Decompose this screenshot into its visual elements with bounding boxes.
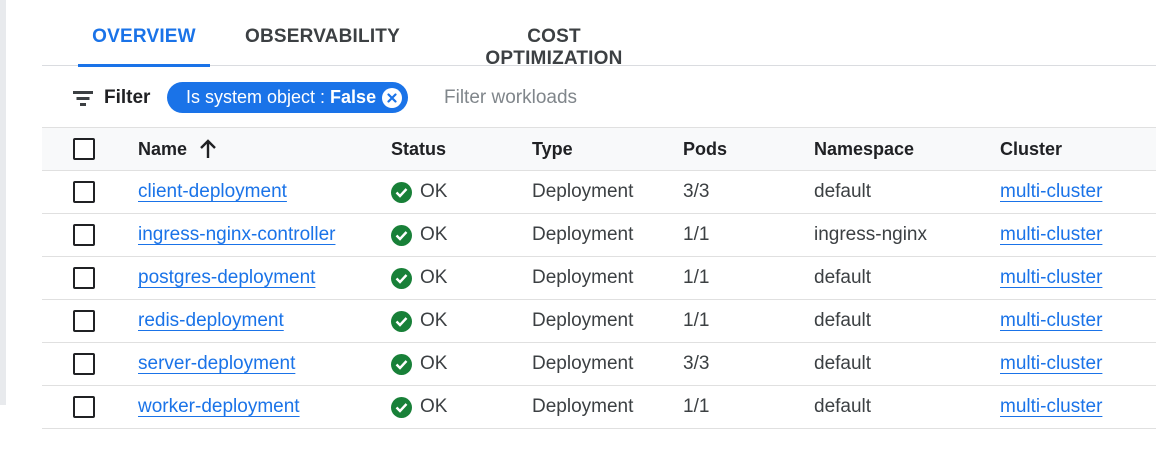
- tab-overview[interactable]: OVERVIEW: [78, 26, 210, 67]
- column-header-namespace[interactable]: Namespace: [814, 128, 914, 170]
- status-cell: OK: [391, 267, 447, 289]
- chip-value: False: [330, 87, 377, 107]
- pods-cell: 1/1: [683, 396, 710, 417]
- status-text: OK: [420, 224, 448, 245]
- namespace-cell: default: [814, 353, 872, 374]
- cluster-link[interactable]: multi-cluster: [1000, 267, 1102, 289]
- type-cell: Deployment: [532, 396, 634, 417]
- type-cell: Deployment: [532, 224, 634, 245]
- filter-workloads-input[interactable]: [444, 83, 1044, 113]
- table-row[interactable]: ingress-nginx-controller OK Deployment 1/1 i…: [42, 214, 1156, 257]
- status-text: OK: [420, 353, 448, 374]
- pods-cell: 3/3: [683, 181, 710, 202]
- table-row[interactable]: server-deployment OK Deployment 3/3 default m…: [42, 343, 1156, 386]
- cluster-link[interactable]: multi-cluster: [1000, 310, 1102, 332]
- type-cell: Deployment: [532, 181, 634, 202]
- cluster-link[interactable]: multi-cluster: [1000, 396, 1102, 418]
- workload-name-link[interactable]: client-deployment: [138, 181, 287, 203]
- column-header-status[interactable]: Status: [391, 128, 446, 170]
- check-circle-icon: [391, 267, 412, 289]
- status-text: OK: [420, 181, 448, 202]
- column-name-label: Name: [138, 138, 188, 159]
- row-checkbox[interactable]: [73, 267, 95, 289]
- filter-list-icon: [72, 90, 94, 106]
- tab-observability[interactable]: OBSERVABILITY: [245, 26, 400, 66]
- check-circle-icon: [391, 181, 412, 203]
- check-circle-icon: [391, 396, 412, 418]
- cluster-link[interactable]: multi-cluster: [1000, 353, 1102, 375]
- namespace-cell: ingress-nginx: [814, 224, 927, 245]
- status-text: OK: [420, 267, 448, 288]
- pods-cell: 1/1: [683, 224, 710, 245]
- status-cell: OK: [391, 310, 447, 332]
- cluster-link[interactable]: multi-cluster: [1000, 181, 1102, 203]
- tab-bar: OVERVIEW OBSERVABILITY COST OPTIMIZATION: [42, 0, 1156, 69]
- status-text: OK: [420, 396, 448, 417]
- workload-name-link[interactable]: worker-deployment: [138, 396, 300, 418]
- check-circle-icon: [391, 224, 412, 246]
- row-checkbox[interactable]: [73, 396, 95, 418]
- column-header-type[interactable]: Type: [532, 128, 573, 170]
- workload-name-link[interactable]: redis-deployment: [138, 310, 284, 332]
- row-checkbox[interactable]: [73, 353, 95, 375]
- chip-text: Is system object : False: [186, 87, 376, 108]
- table-row[interactable]: postgres-deployment OK Deployment 1/1 defaul…: [42, 257, 1156, 300]
- status-cell: OK: [391, 181, 447, 203]
- workload-name-link[interactable]: postgres-deployment: [138, 267, 315, 289]
- column-header-cluster[interactable]: Cluster: [1000, 128, 1062, 170]
- filter-button[interactable]: Filter: [72, 84, 150, 112]
- namespace-cell: default: [814, 181, 872, 202]
- table-row[interactable]: worker-deployment OK Deployment 1/1 default m…: [42, 386, 1156, 429]
- row-checkbox[interactable]: [73, 224, 95, 246]
- status-cell: OK: [391, 353, 447, 375]
- column-header-name[interactable]: Name: [138, 128, 217, 170]
- namespace-cell: default: [814, 396, 872, 417]
- chip-key: Is system object :: [186, 87, 331, 107]
- namespace-cell: default: [814, 267, 872, 288]
- filter-chip-system-object[interactable]: Is system object : False: [167, 82, 409, 113]
- cluster-link[interactable]: multi-cluster: [1000, 224, 1102, 246]
- row-checkbox[interactable]: [73, 310, 95, 332]
- workload-name-link[interactable]: ingress-nginx-controller: [138, 224, 335, 246]
- workload-name-link[interactable]: server-deployment: [138, 353, 295, 375]
- arrow-upward-icon[interactable]: [199, 139, 217, 159]
- type-cell: Deployment: [532, 267, 634, 288]
- row-checkbox[interactable]: [73, 181, 95, 203]
- namespace-cell: default: [814, 310, 872, 331]
- table-header: Name Status Type Pods Namespace Cluster: [42, 127, 1156, 171]
- pods-cell: 1/1: [683, 310, 710, 331]
- column-header-pods[interactable]: Pods: [683, 128, 727, 170]
- type-cell: Deployment: [532, 353, 634, 374]
- left-divider: [0, 0, 6, 405]
- cancel-circle-icon[interactable]: [382, 87, 403, 108]
- table-row[interactable]: client-deployment OK Deployment 3/3 default m…: [42, 171, 1156, 214]
- filter-bar: Filter Is system object : False: [42, 80, 1156, 116]
- status-cell: OK: [391, 396, 447, 418]
- select-all-checkbox[interactable]: [73, 138, 95, 160]
- type-cell: Deployment: [532, 310, 634, 331]
- check-circle-icon: [391, 353, 412, 375]
- filter-label: Filter: [104, 87, 151, 108]
- table-row[interactable]: redis-deployment OK Deployment 1/1 default mu…: [42, 300, 1156, 343]
- workloads-table: Name Status Type Pods Namespace Cluster …: [42, 127, 1156, 429]
- tab-cost-optimization[interactable]: COST OPTIMIZATION: [459, 26, 649, 69]
- pods-cell: 1/1: [683, 267, 710, 288]
- pods-cell: 3/3: [683, 353, 710, 374]
- check-circle-icon: [391, 310, 412, 332]
- status-text: OK: [420, 310, 448, 331]
- status-cell: OK: [391, 224, 447, 246]
